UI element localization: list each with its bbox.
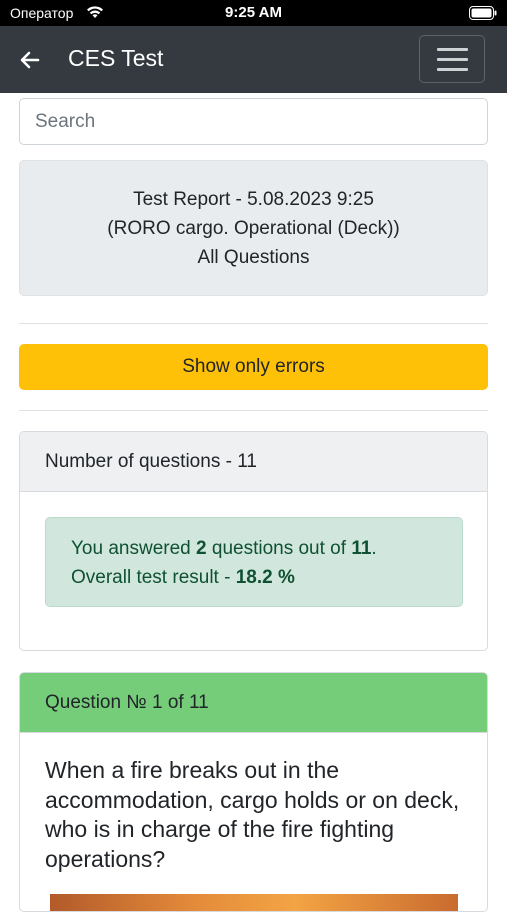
answered-prefix: You answered: [71, 538, 197, 559]
result-alert: You answered 2 questions out of 11. Over…: [45, 517, 463, 607]
result-prefix: Overall test result -: [71, 567, 236, 588]
page-title: CES Test: [68, 45, 164, 71]
show-only-errors-button[interactable]: Show only errors: [19, 344, 488, 390]
divider: [19, 323, 488, 324]
question-count-header: Number of questions - 11: [20, 432, 487, 492]
battery-icon: [469, 6, 497, 25]
question-number-header: Question № 1 of 11: [20, 673, 487, 733]
answered-line: You answered 2 questions out of 11.: [71, 534, 462, 563]
report-date-line: Test Report - 5.08.2023 9:25: [133, 189, 374, 210]
result-value: 18.2 %: [235, 567, 295, 588]
question-image: [50, 894, 458, 911]
menu-bar-icon: [437, 58, 468, 61]
hamburger-menu-button[interactable]: [419, 35, 485, 83]
back-arrow-icon[interactable]: [18, 48, 42, 72]
result-line: Overall test result - 18.2 %: [71, 563, 462, 592]
question-card: Question № 1 of 11 When a fire breaks ou…: [19, 672, 488, 912]
answered-suffix: .: [371, 538, 377, 559]
report-scope-line: All Questions: [197, 247, 310, 268]
answered-middle: questions out of: [206, 538, 352, 559]
divider: [19, 410, 488, 411]
question-text: When a fire breaks out in the accommodat…: [45, 757, 460, 872]
total-count: 11: [351, 538, 372, 559]
report-category-line: (RORO cargo. Operational (Deck)): [107, 218, 400, 239]
top-navbar: CES Test: [0, 26, 507, 93]
menu-bar-icon: [437, 48, 468, 51]
status-bar: Оператор 9:25 AM: [0, 0, 507, 26]
menu-bar-icon: [437, 68, 468, 71]
summary-card: Number of questions - 11 You answered 2 …: [19, 431, 488, 651]
answered-count: 2: [196, 538, 207, 559]
test-report-card: Test Report - 5.08.2023 9:25 (RORO cargo…: [19, 160, 488, 296]
search-input[interactable]: [19, 98, 488, 145]
status-time: 9:25 AM: [225, 4, 282, 21]
